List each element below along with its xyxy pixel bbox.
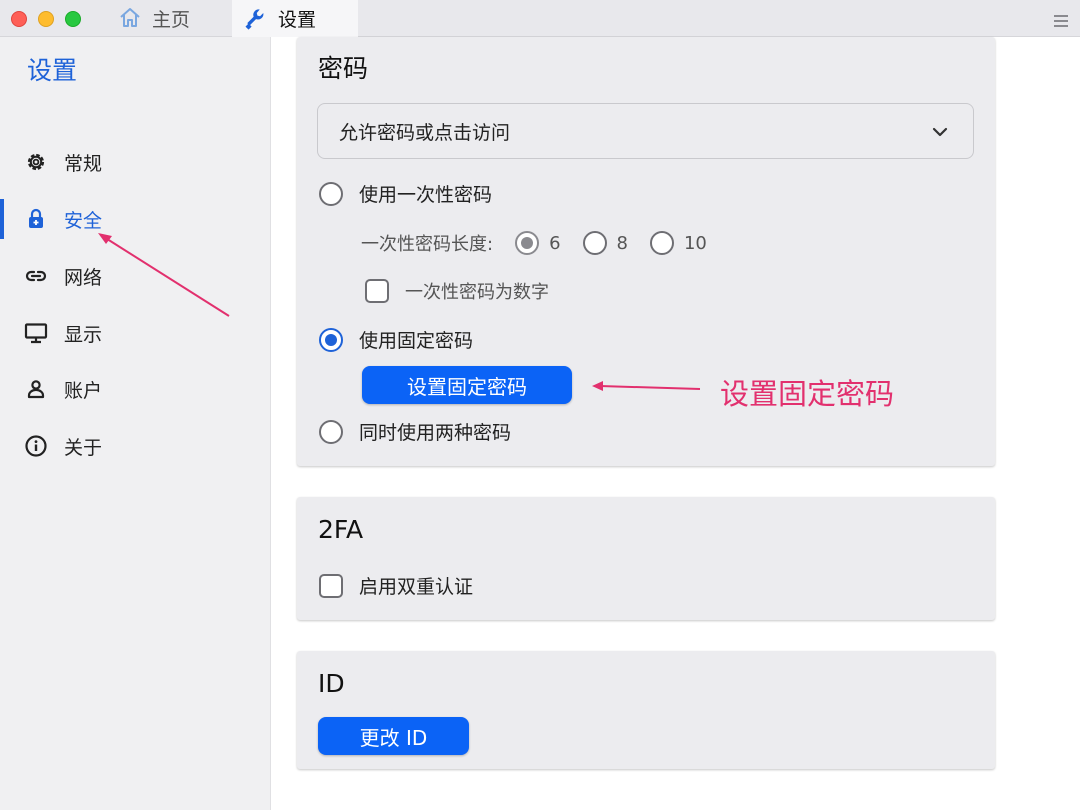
otp-length-radio-10[interactable] — [649, 231, 674, 255]
annotation-label: 设置固定密码 — [720, 377, 895, 411]
id-card: ID 更改 ID — [297, 651, 995, 769]
home-icon — [118, 6, 144, 32]
sidebar-item-label: 账户 — [64, 379, 103, 402]
fixed-password-option[interactable]: 使用固定密码 — [319, 326, 473, 353]
otp-numeric-checkbox[interactable] — [365, 279, 389, 303]
twofa-card-title: 2FA — [318, 515, 364, 544]
tab-home[interactable]: 主页 — [118, 0, 230, 37]
user-icon — [24, 377, 48, 401]
fixed-password-radio[interactable] — [319, 327, 343, 352]
sidebar-item-label: 网络 — [64, 266, 103, 289]
enable-2fa-option[interactable]: 启用双重认证 — [319, 572, 473, 599]
sidebar-item-security[interactable]: 安全 — [0, 195, 271, 243]
one-time-password-label: 使用一次性密码 — [359, 184, 493, 206]
otp-length-radio-8[interactable] — [582, 231, 607, 255]
change-id-button[interactable]: 更改 ID — [318, 717, 469, 755]
sidebar-item-network[interactable]: 网络 — [0, 252, 271, 300]
otp-length-row: 一次性密码长度: 6 8 10 — [361, 230, 707, 256]
minimize-window-button[interactable] — [38, 11, 54, 27]
fixed-password-label: 使用固定密码 — [359, 330, 474, 352]
main-content: 密码 允许密码或点击访问 使用一次性密码 一次性密码长度: 6 8 10 一次性… — [271, 37, 1080, 810]
twofa-card: 2FA 启用双重认证 — [297, 497, 995, 620]
otp-length-radio-6[interactable] — [515, 231, 540, 255]
access-mode-select[interactable]: 允许密码或点击访问 — [317, 103, 974, 159]
link-icon — [24, 264, 48, 288]
otp-length-option-8[interactable]: 8 — [582, 231, 628, 255]
sidebar-item-general[interactable]: 常规 — [0, 138, 271, 186]
otp-length-value: 6 — [549, 232, 561, 254]
lock-icon — [24, 207, 48, 231]
chevron-down-icon — [931, 123, 949, 141]
password-card-title: 密码 — [318, 54, 369, 83]
sidebar-title: 设置 — [27, 56, 78, 85]
sidebar-item-account[interactable]: 账户 — [0, 365, 271, 413]
gear-icon — [24, 150, 48, 174]
enable-2fa-checkbox[interactable] — [319, 573, 343, 598]
enable-2fa-label: 启用双重认证 — [359, 576, 474, 598]
otp-numeric-option[interactable]: 一次性密码为数字 — [365, 278, 549, 304]
wrench-icon — [244, 6, 270, 32]
tab-home-label: 主页 — [152, 9, 191, 31]
otp-length-option-6[interactable]: 6 — [515, 231, 561, 255]
sidebar-item-label: 常规 — [64, 152, 103, 175]
monitor-icon — [24, 321, 48, 345]
otp-numeric-label: 一次性密码为数字 — [405, 282, 549, 303]
close-window-button[interactable] — [11, 11, 27, 27]
sidebar-item-display[interactable]: 显示 — [0, 309, 271, 357]
otp-length-label: 一次性密码长度: — [361, 234, 494, 255]
tab-settings[interactable]: 设置 — [232, 0, 358, 37]
access-mode-value: 允许密码或点击访问 — [339, 121, 511, 144]
sidebar-item-label: 安全 — [64, 209, 103, 232]
both-passwords-option[interactable]: 同时使用两种密码 — [319, 418, 511, 445]
id-card-title: ID — [318, 669, 345, 698]
one-time-password-option[interactable]: 使用一次性密码 — [319, 180, 492, 207]
set-fixed-password-button[interactable]: 设置固定密码 — [362, 366, 572, 404]
both-passwords-label: 同时使用两种密码 — [359, 422, 512, 444]
one-time-password-radio[interactable] — [319, 181, 343, 206]
sidebar-item-label: 显示 — [64, 323, 103, 346]
sidebar: 设置 常规 安全 网络 显示 账户 关于 — [0, 37, 271, 810]
otp-length-value: 10 — [683, 232, 707, 254]
title-bar: 主页 设置 — [0, 0, 1080, 37]
zoom-window-button[interactable] — [65, 11, 81, 27]
menu-icon[interactable] — [1054, 12, 1068, 27]
otp-length-option-10[interactable]: 10 — [649, 231, 707, 255]
app-window: 主页 设置 设置 常规 安全 网络 显示 账户 关于 密码 允许密码或点击访问 … — [0, 0, 1080, 810]
both-passwords-radio[interactable] — [319, 419, 343, 444]
tab-settings-label: 设置 — [278, 9, 317, 31]
sidebar-item-about[interactable]: 关于 — [0, 422, 271, 470]
sidebar-item-label: 关于 — [64, 436, 103, 459]
info-icon — [24, 434, 48, 458]
otp-length-value: 8 — [616, 232, 628, 254]
